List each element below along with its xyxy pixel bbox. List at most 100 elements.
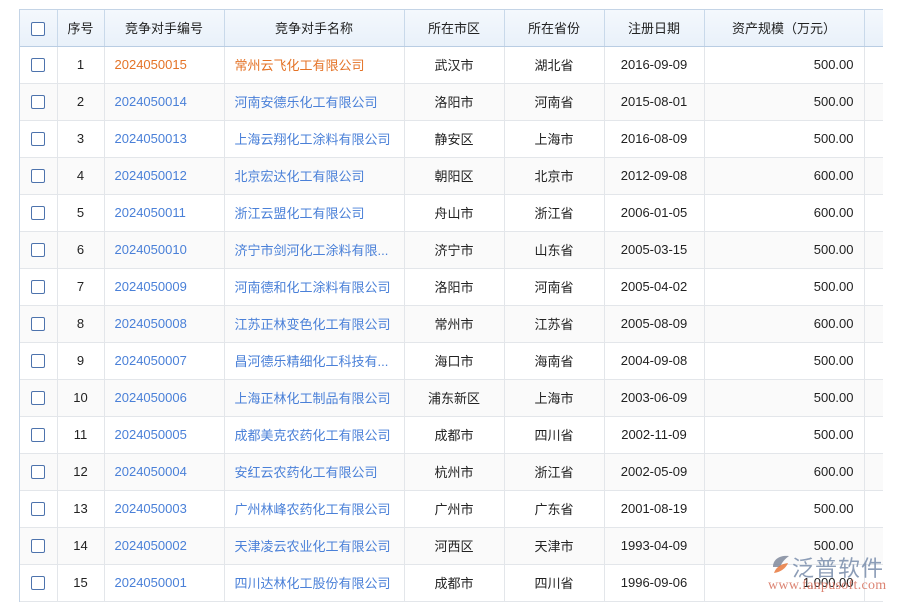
competitor-name-link[interactable]: 河南德和化工涂料有限公司: [235, 280, 391, 295]
row-select-cell[interactable]: [20, 416, 58, 454]
cell-name[interactable]: 上海正林化工制品有限公司: [224, 379, 405, 417]
competitor-name-link[interactable]: 天津凌云农业化工有限公司: [235, 539, 391, 554]
row-checkbox[interactable]: [31, 539, 46, 554]
cell-name[interactable]: 成都美克农药化工有限公司: [224, 416, 405, 454]
competitor-name-link[interactable]: 成都美克农药化工有限公司: [235, 428, 391, 443]
row-checkbox[interactable]: [31, 132, 46, 147]
table-row[interactable]: 11 2024050005 成都美克农药化工有限公司 成都市 四川省 2002-11-09…: [20, 416, 883, 454]
header-reg-date[interactable]: 注册日期: [604, 10, 705, 47]
competitor-name-link[interactable]: 安红云农药化工有限公司: [235, 465, 378, 480]
row-select-cell[interactable]: [20, 342, 58, 380]
row-select-cell[interactable]: [20, 453, 58, 491]
row-checkbox[interactable]: [31, 391, 46, 406]
header-city[interactable]: 所在市区: [404, 10, 505, 47]
row-checkbox[interactable]: [31, 243, 46, 258]
row-select-cell[interactable]: [20, 305, 58, 343]
cell-name[interactable]: 安红云农药化工有限公司: [224, 453, 405, 491]
cell-code[interactable]: 2024050002: [104, 527, 225, 565]
row-checkbox[interactable]: [31, 317, 46, 332]
cell-name[interactable]: 北京宏达化工有限公司: [224, 157, 405, 195]
cell-code[interactable]: 2024050006: [104, 379, 225, 417]
header-index[interactable]: 序号: [57, 10, 105, 47]
row-checkbox[interactable]: [31, 428, 46, 443]
table-row[interactable]: 8 2024050008 江苏正林变色化工有限公司 常州市 江苏省 2005-08-09 6…: [20, 305, 883, 343]
row-checkbox[interactable]: [31, 95, 46, 110]
competitor-code-link[interactable]: 2024050002: [115, 538, 187, 553]
competitor-name-link[interactable]: 广州林峰农药化工有限公司: [235, 502, 391, 517]
competitor-name-link[interactable]: 北京宏达化工有限公司: [235, 169, 365, 184]
cell-name[interactable]: 四川达林化工股份有限公司: [224, 564, 405, 602]
competitor-name-link[interactable]: 河南安德乐化工有限公司: [235, 95, 378, 110]
table-row[interactable]: 12 2024050004 安红云农药化工有限公司 杭州市 浙江省 2002-05-09 6…: [20, 453, 883, 491]
row-select-cell[interactable]: [20, 46, 58, 84]
competitor-code-link[interactable]: 2024050006: [115, 390, 187, 405]
cell-code[interactable]: 2024050005: [104, 416, 225, 454]
competitor-name-link[interactable]: 上海正林化工制品有限公司: [235, 391, 391, 406]
row-select-cell[interactable]: [20, 527, 58, 565]
cell-name[interactable]: 常州云飞化工有限公司: [224, 46, 405, 84]
competitor-code-link[interactable]: 2024050014: [115, 94, 187, 109]
table-row[interactable]: 4 2024050012 北京宏达化工有限公司 朝阳区 北京市 2012-09-08 600…: [20, 157, 883, 195]
cell-code[interactable]: 2024050014: [104, 83, 225, 121]
competitor-name-link[interactable]: 四川达林化工股份有限公司: [235, 576, 391, 591]
row-checkbox[interactable]: [31, 502, 46, 517]
competitor-code-link[interactable]: 2024050008: [115, 316, 187, 331]
competitor-code-link[interactable]: 2024050009: [115, 279, 187, 294]
row-checkbox[interactable]: [31, 576, 46, 591]
competitor-name-link[interactable]: 江苏正林变色化工有限公司: [235, 317, 391, 332]
competitor-code-link[interactable]: 2024050015: [115, 57, 187, 72]
row-checkbox[interactable]: [31, 58, 46, 73]
table-row[interactable]: 1 2024050015 常州云飞化工有限公司 武汉市 湖北省 2016-09-09 500…: [20, 46, 883, 84]
cell-name[interactable]: 河南安德乐化工有限公司: [224, 83, 405, 121]
table-row[interactable]: 13 2024050003 广州林峰农药化工有限公司 广州市 广东省 2001-08-19…: [20, 490, 883, 528]
competitor-code-link[interactable]: 2024050012: [115, 168, 187, 183]
cell-code[interactable]: 2024050012: [104, 157, 225, 195]
cell-name[interactable]: 河南德和化工涂料有限公司: [224, 268, 405, 306]
table-row[interactable]: 7 2024050009 河南德和化工涂料有限公司 洛阳市 河南省 2005-04-02 5…: [20, 268, 883, 306]
row-select-cell[interactable]: [20, 564, 58, 602]
competitor-code-link[interactable]: 2024050004: [115, 464, 187, 479]
cell-code[interactable]: 2024050004: [104, 453, 225, 491]
row-checkbox[interactable]: [31, 354, 46, 369]
table-row[interactable]: 15 2024050001 四川达林化工股份有限公司 成都市 四川省 1996-09-06…: [20, 564, 883, 602]
row-select-cell[interactable]: [20, 194, 58, 232]
cell-code[interactable]: 2024050009: [104, 268, 225, 306]
select-all-checkbox[interactable]: [31, 21, 46, 36]
competitor-code-link[interactable]: 2024050005: [115, 427, 187, 442]
competitor-code-link[interactable]: 2024050010: [115, 242, 187, 257]
cell-name[interactable]: 昌河德乐精细化工科技有...: [224, 342, 405, 380]
cell-code[interactable]: 2024050003: [104, 490, 225, 528]
header-province[interactable]: 所在省份: [504, 10, 605, 47]
competitor-name-link[interactable]: 浙江云盟化工有限公司: [235, 206, 365, 221]
cell-code[interactable]: 2024050010: [104, 231, 225, 269]
table-row[interactable]: 9 2024050007 昌河德乐精细化工科技有... 海口市 海南省 2004-09-0…: [20, 342, 883, 380]
competitor-name-link[interactable]: 济宁市剑河化工涂料有限...: [235, 243, 389, 258]
row-checkbox[interactable]: [31, 280, 46, 295]
row-checkbox[interactable]: [31, 206, 46, 221]
row-select-cell[interactable]: [20, 157, 58, 195]
table-row[interactable]: 10 2024050006 上海正林化工制品有限公司 浦东新区 上海市 2003-06-0…: [20, 379, 883, 417]
row-select-cell[interactable]: [20, 231, 58, 269]
row-select-cell[interactable]: [20, 83, 58, 121]
cell-name[interactable]: 济宁市剑河化工涂料有限...: [224, 231, 405, 269]
cell-code[interactable]: 2024050013: [104, 120, 225, 158]
competitor-code-link[interactable]: 2024050007: [115, 353, 187, 368]
header-code[interactable]: 竞争对手编号: [104, 10, 225, 47]
row-select-cell[interactable]: [20, 490, 58, 528]
cell-name[interactable]: 天津凌云农业化工有限公司: [224, 527, 405, 565]
cell-name[interactable]: 江苏正林变色化工有限公司: [224, 305, 405, 343]
cell-code[interactable]: 2024050011: [104, 194, 225, 232]
table-row[interactable]: 5 2024050011 浙江云盟化工有限公司 舟山市 浙江省 2006-01-05 600…: [20, 194, 883, 232]
cell-code[interactable]: 2024050015: [104, 46, 225, 84]
row-checkbox[interactable]: [31, 465, 46, 480]
competitor-name-link[interactable]: 常州云飞化工有限公司: [235, 58, 365, 73]
cell-name[interactable]: 上海云翔化工涂料有限公司: [224, 120, 405, 158]
row-select-cell[interactable]: [20, 379, 58, 417]
table-row[interactable]: 6 2024050010 济宁市剑河化工涂料有限... 济宁市 山东省 2005-03-1…: [20, 231, 883, 269]
header-select-all[interactable]: [20, 10, 58, 47]
competitor-code-link[interactable]: 2024050001: [115, 575, 187, 590]
competitor-code-link[interactable]: 2024050011: [115, 205, 186, 220]
competitor-name-link[interactable]: 上海云翔化工涂料有限公司: [235, 132, 391, 147]
table-row[interactable]: 3 2024050013 上海云翔化工涂料有限公司 静安区 上海市 2016-08-09 5…: [20, 120, 883, 158]
competitor-code-link[interactable]: 2024050013: [115, 131, 187, 146]
